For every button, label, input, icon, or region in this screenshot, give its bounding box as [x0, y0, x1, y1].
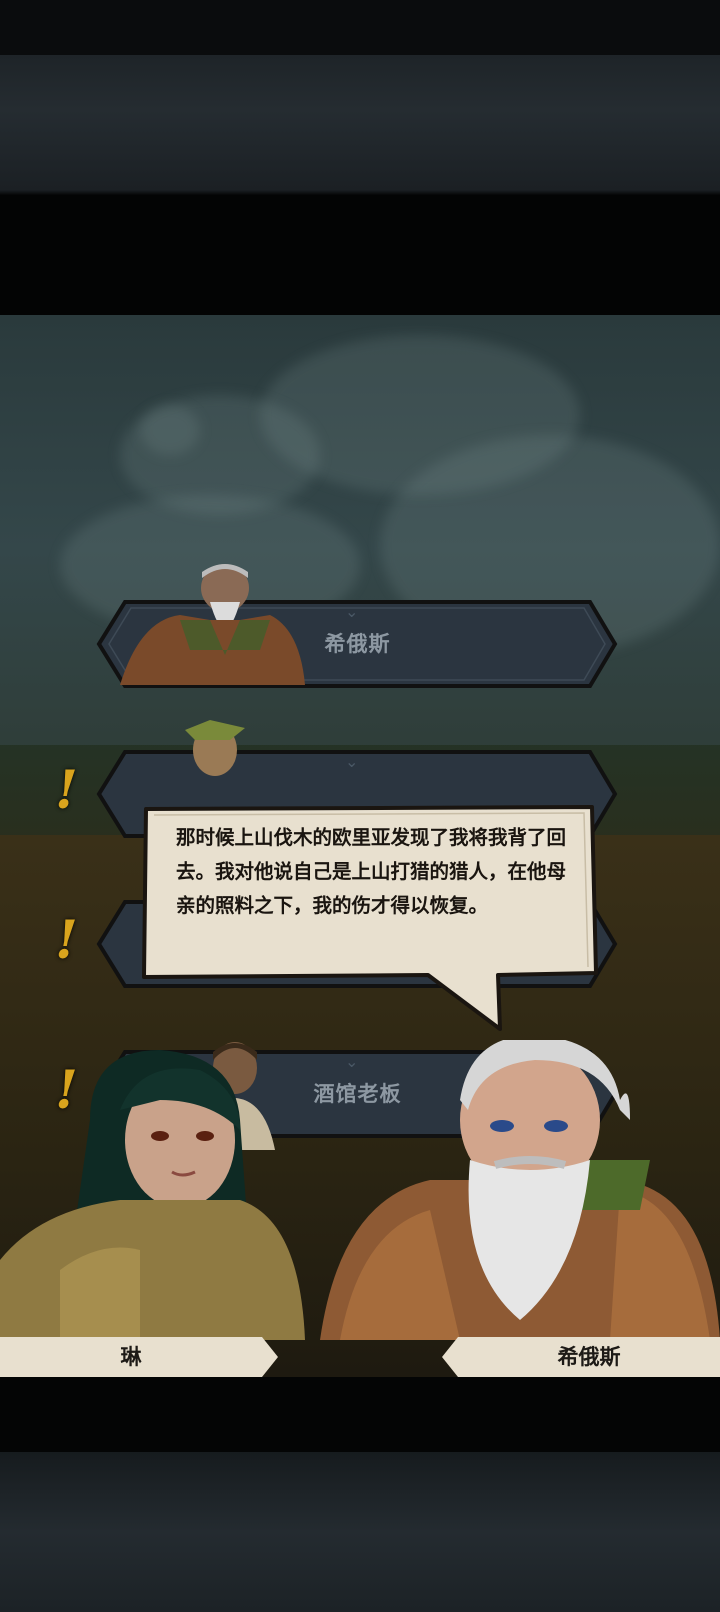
speaker-portrait-right — [320, 1040, 720, 1340]
letterbox-bottom — [0, 1377, 720, 1452]
dialog-bubble[interactable]: 那时候上山伐木的欧里亚发现了我将我背了回去。我对他说自己是上山打猎的猎人，在他母… — [138, 803, 600, 1031]
bottom-bar — [0, 1452, 720, 1612]
alert-icon: ! — [55, 760, 78, 821]
nameplate-left: 琳 — [0, 1337, 280, 1377]
top-bar — [0, 0, 720, 195]
speaker-name-right: 希俄斯 — [557, 1345, 621, 1369]
speaker-name-left: 琳 — [120, 1345, 142, 1369]
nameplate-right: 希俄斯 — [440, 1337, 720, 1377]
npc-portrait-elf — [185, 720, 245, 776]
alert-icon: ! — [55, 910, 78, 971]
speaker-portrait-left — [0, 1050, 305, 1340]
npc-portrait-warrior — [120, 564, 305, 685]
dialog-text: 那时候上山伐木的欧里亚发现了我将我背了回去。我对他说自己是上山打猎的猎人，在他母… — [176, 826, 567, 917]
letterbox-top — [0, 195, 720, 315]
